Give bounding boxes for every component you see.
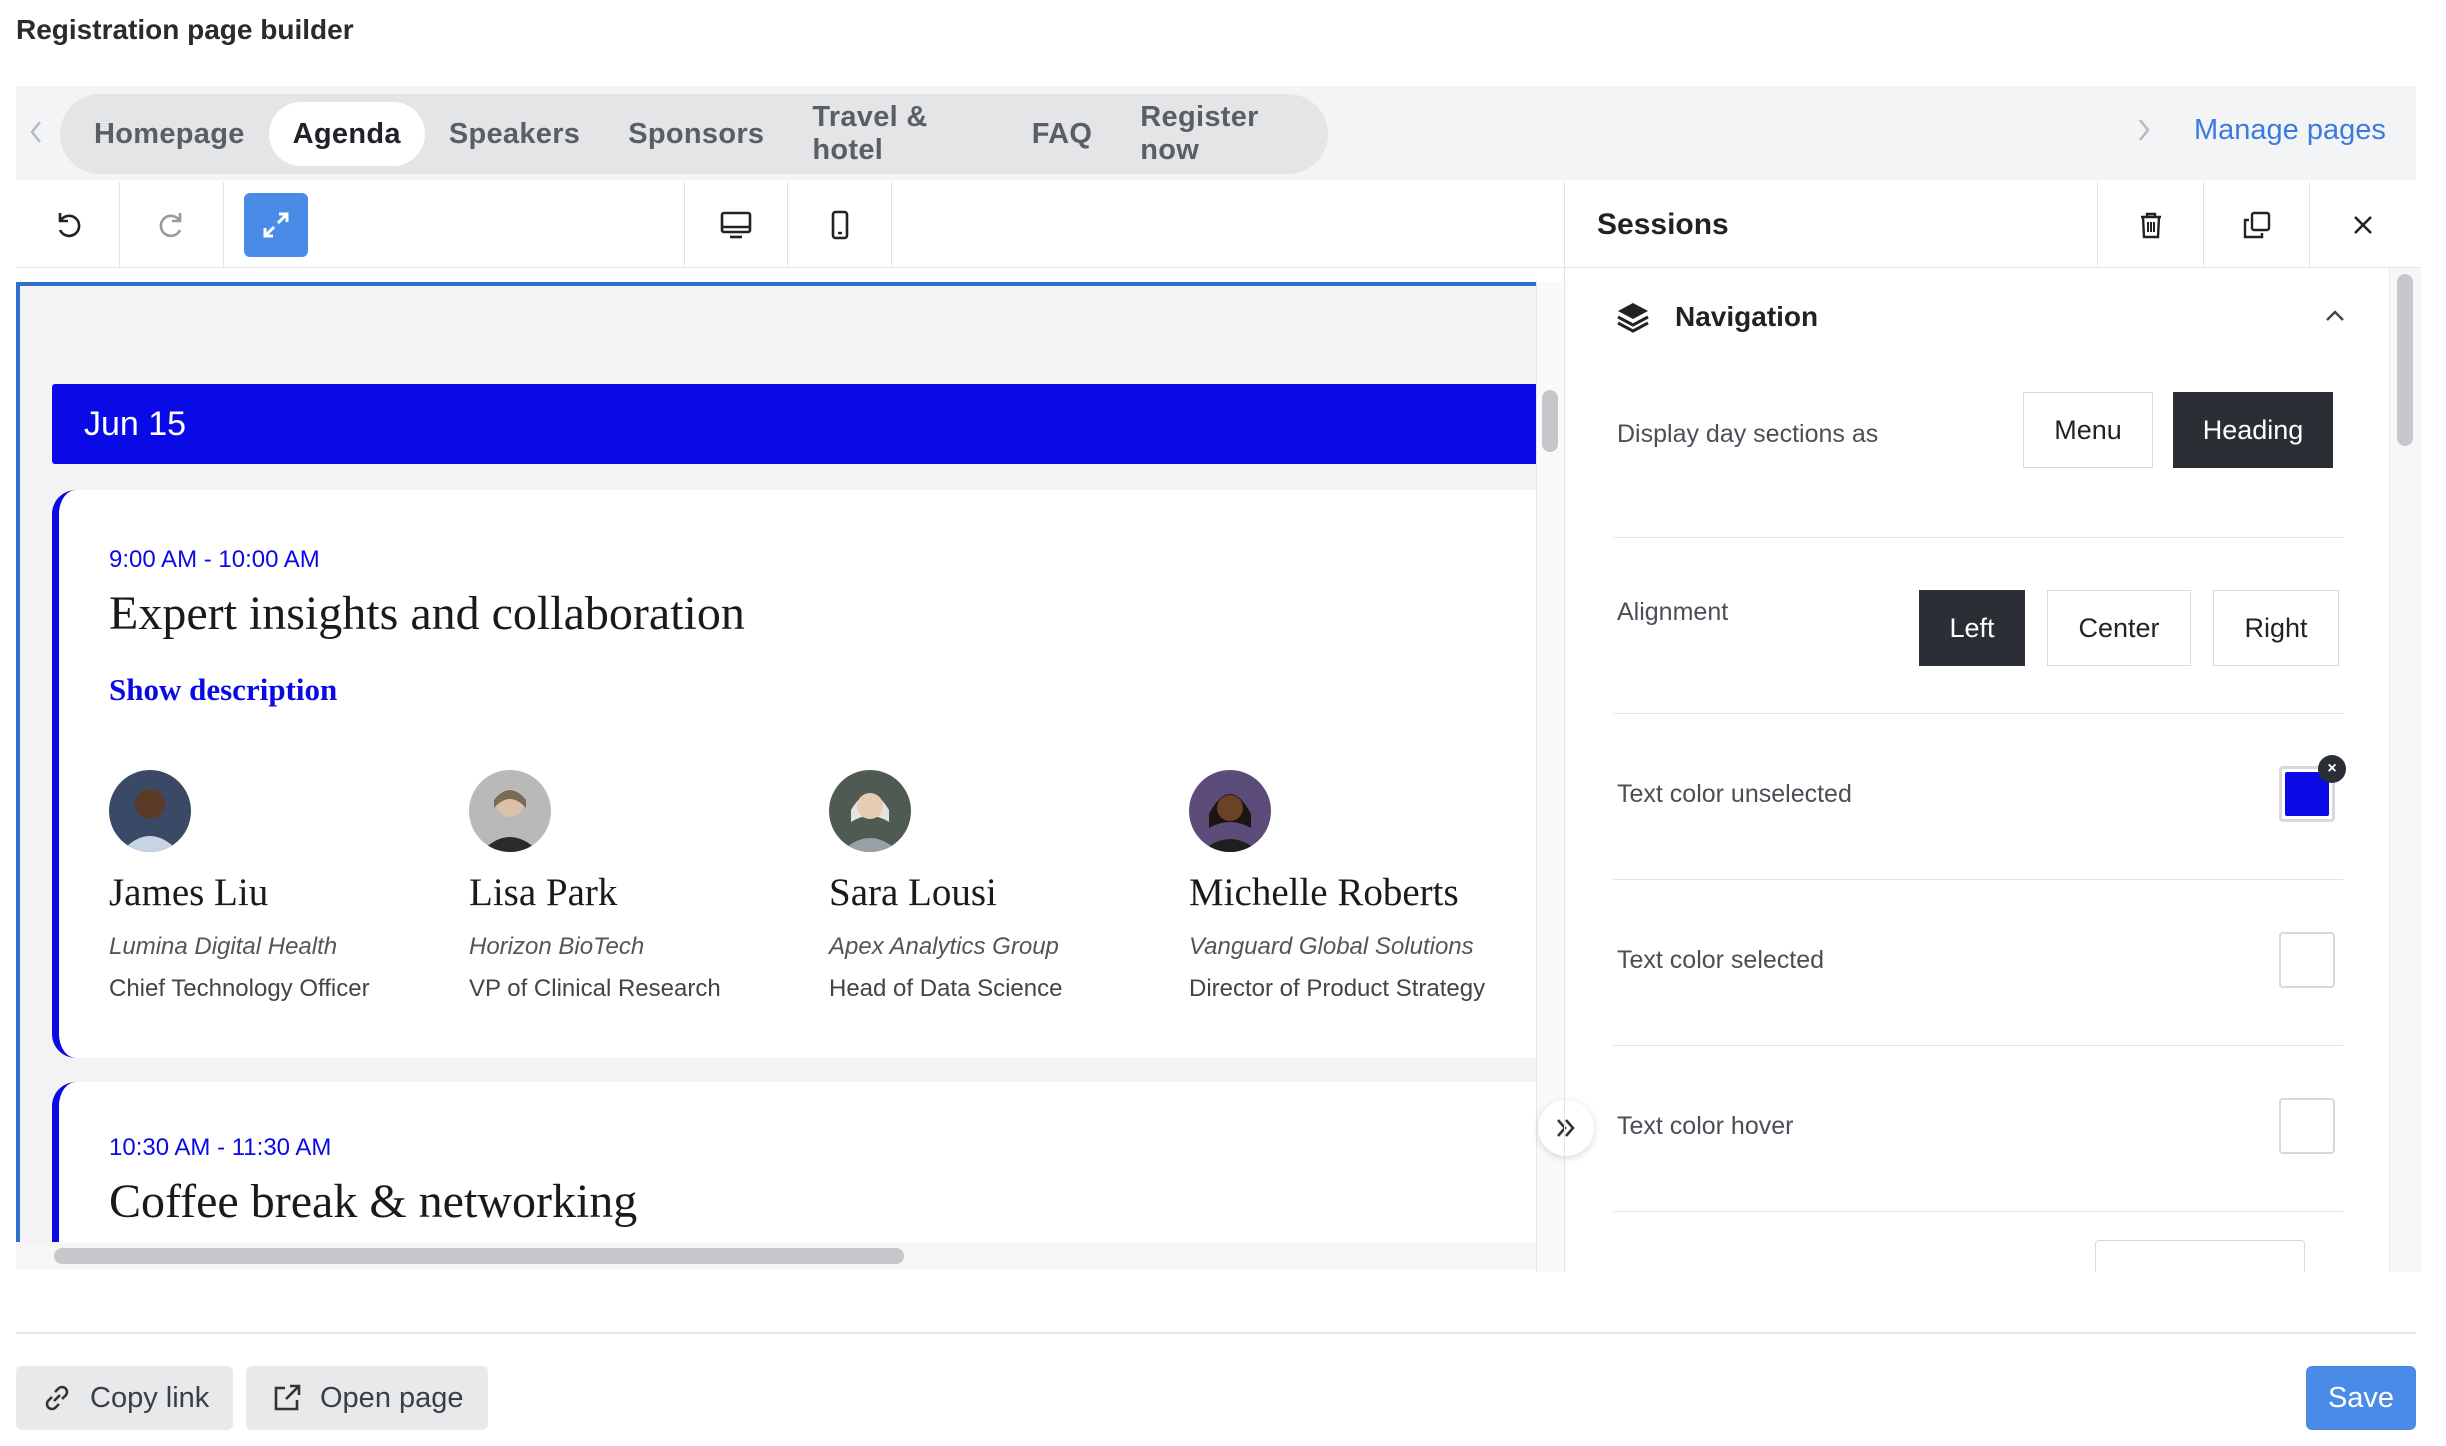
page-preview-canvas[interactable]: Jun 15 9:00 AM - 10:00 AM Expert insight… (16, 282, 1536, 1242)
speaker-role: Chief Technology Officer (109, 975, 370, 1002)
copy-link-label: Copy link (90, 1381, 210, 1414)
mobile-icon (831, 210, 848, 240)
text-color-unselected-row: Text color unselected × (1613, 714, 2346, 880)
alignment-row: Alignment Left Center Right (1613, 538, 2343, 714)
speaker-role: VP of Clinical Research (469, 975, 721, 1002)
external-link-icon (274, 1384, 301, 1411)
text-color-selected-row: Text color selected (1613, 880, 2343, 1046)
layers-icon (1617, 303, 1649, 333)
redo-button[interactable] (120, 182, 224, 268)
expand-button[interactable] (224, 182, 328, 268)
speaker-card[interactable]: James Liu Lumina Digital Health Chief Te… (109, 770, 469, 1003)
page-tabs: Homepage Agenda Speakers Sponsors Travel… (60, 94, 1328, 174)
link-icon (45, 1385, 69, 1411)
footer-divider (16, 1332, 2416, 1334)
undo-button[interactable] (16, 182, 120, 268)
text-color-hover-swatch[interactable] (2279, 1098, 2335, 1154)
canvas-vertical-scrollbar[interactable] (1542, 390, 1558, 452)
close-icon (2353, 216, 2372, 234)
speaker-company: Horizon BioTech (469, 933, 645, 960)
undo-icon (58, 213, 80, 238)
avatar (829, 770, 911, 852)
desktop-icon (720, 211, 752, 239)
display-day-sections-label: Display day sections as (1617, 420, 1879, 448)
chevron-up-icon[interactable] (2321, 302, 2349, 330)
speaker-company: Vanguard Global Solutions (1189, 933, 1474, 960)
panel-scrollbar[interactable] (2397, 274, 2413, 446)
panel-body: Navigation Display day sections as Menu … (1565, 268, 2389, 1272)
next-control-partial[interactable] (2095, 1240, 2305, 1272)
chevron-left-icon[interactable] (26, 114, 46, 150)
delete-button[interactable] (2097, 182, 2203, 268)
tab-agenda[interactable]: Agenda (268, 102, 425, 166)
section-title: Navigation (1675, 301, 1819, 332)
display-menu-option[interactable]: Menu (2023, 392, 2153, 468)
clear-color-icon[interactable]: × (2318, 755, 2346, 783)
avatar (469, 770, 551, 852)
expand-icon (244, 193, 308, 257)
desktop-view-button[interactable] (684, 182, 788, 268)
display-heading-option[interactable]: Heading (2173, 392, 2333, 468)
speaker-card[interactable]: Sara Lousi Apex Analytics Group Head of … (829, 770, 1189, 1003)
align-center-option[interactable]: Center (2047, 590, 2191, 666)
duplicate-button[interactable] (2203, 182, 2309, 268)
speaker-role: Director of Product Strategy (1189, 975, 1486, 1002)
alignment-label: Alignment (1617, 598, 1729, 626)
canvas-horizontal-scrollbar[interactable] (54, 1248, 904, 1264)
display-day-sections-row: Display day sections as Menu Heading (1613, 386, 2343, 538)
align-right-option[interactable]: Right (2213, 590, 2339, 666)
text-color-unselected-label: Text color unselected (1617, 780, 1852, 808)
session-title: Expert insights and collaboration (109, 587, 745, 640)
text-color-hover-row: Text color hover (1613, 1046, 2343, 1212)
save-button[interactable]: Save (2306, 1366, 2416, 1430)
speaker-company: Lumina Digital Health (109, 933, 338, 960)
navigation-section-header[interactable]: Navigation (1615, 292, 2349, 342)
align-left-option[interactable]: Left (1919, 590, 2025, 666)
session-card[interactable]: 9:00 AM - 10:00 AM Expert insights and c… (52, 490, 1536, 1058)
session-title: Coffee break & networking (109, 1175, 638, 1228)
tab-speakers[interactable]: Speakers (425, 102, 604, 166)
speaker-name: Lisa Park (469, 871, 618, 914)
day-heading[interactable]: Jun 15 (52, 384, 1536, 464)
mobile-view-button[interactable] (788, 182, 892, 268)
app-title: Registration page builder (16, 14, 354, 45)
tab-homepage[interactable]: Homepage (70, 102, 269, 166)
open-page-label: Open page (320, 1381, 464, 1414)
session-time: 9:00 AM - 10:00 AM (109, 546, 320, 573)
text-color-unselected-swatch[interactable]: × (2279, 755, 2346, 822)
text-color-hover-label: Text color hover (1617, 1112, 1794, 1140)
settings-panel: Sessions Navigation Display day sections… (1564, 182, 2421, 1272)
tab-sponsors[interactable]: Sponsors (604, 102, 788, 166)
speaker-name: Sara Lousi (829, 871, 997, 914)
text-color-selected-label: Text color selected (1617, 946, 1825, 974)
trash-icon (2140, 212, 2161, 239)
copy-link-button[interactable]: Copy link (16, 1366, 234, 1430)
speaker-name: James Liu (109, 871, 269, 914)
speaker-name: Michelle Roberts (1189, 871, 1459, 914)
panel-header: Sessions (1565, 182, 2421, 268)
tab-register-now[interactable]: Register now (1116, 101, 1328, 166)
show-description-link[interactable]: Show description (109, 672, 337, 708)
speaker-company: Apex Analytics Group (829, 933, 1059, 960)
session-card[interactable]: 10:30 AM - 11:30 AM Coffee break & netwo… (52, 1082, 1536, 1242)
tab-travel-hotel[interactable]: Travel & hotel (788, 101, 1007, 166)
speaker-card[interactable]: Michelle Roberts Vanguard Global Solutio… (1189, 770, 1536, 1003)
page-tabs-bar: Homepage Agenda Speakers Sponsors Travel… (16, 86, 2416, 180)
speaker-card[interactable]: Lisa Park Horizon BioTech VP of Clinical… (469, 770, 829, 1003)
tab-faq[interactable]: FAQ (1008, 102, 1117, 166)
avatar (1189, 770, 1271, 852)
text-color-selected-swatch[interactable] (2279, 932, 2335, 988)
panel-title: Sessions (1597, 208, 1729, 241)
session-time: 10:30 AM - 11:30 AM (109, 1134, 332, 1161)
editor-toolbar (16, 182, 1564, 268)
open-page-button[interactable]: Open page (246, 1366, 488, 1430)
close-button[interactable] (2309, 182, 2415, 268)
redo-icon (159, 213, 181, 238)
copy-icon (2243, 211, 2270, 239)
chevron-right-icon[interactable] (2134, 112, 2154, 155)
manage-pages-link[interactable]: Manage pages (2194, 114, 2386, 147)
speaker-role: Head of Data Science (829, 975, 1063, 1002)
avatar (109, 770, 191, 852)
